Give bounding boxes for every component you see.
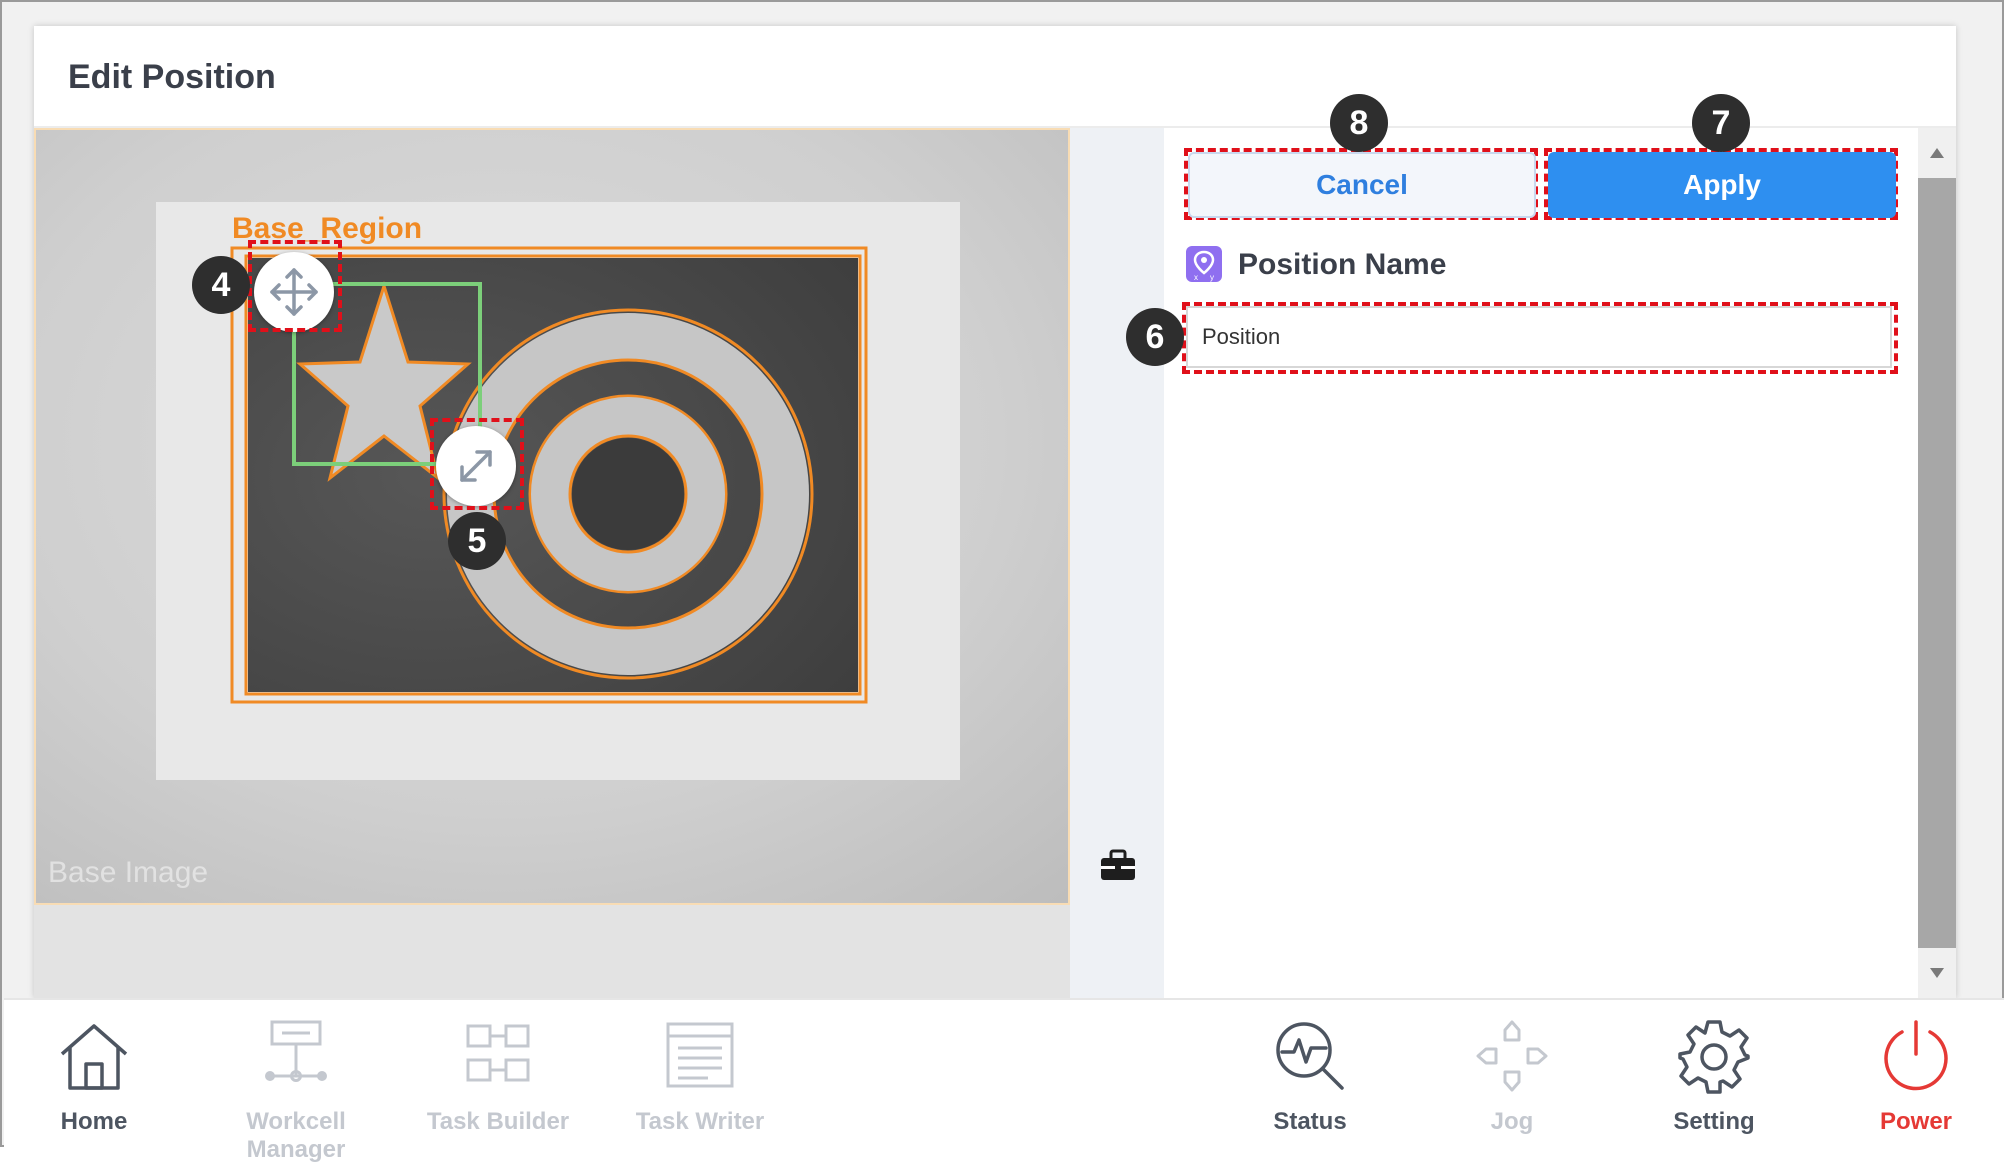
nav-power[interactable]: Power bbox=[1816, 1016, 2004, 1146]
scrollbar[interactable] bbox=[1918, 128, 1956, 998]
home-icon bbox=[60, 1024, 128, 1090]
nav-task-builder-label: Task Builder bbox=[426, 1108, 570, 1135]
svg-text:y: y bbox=[1210, 273, 1214, 282]
nav-task-writer: Task Writer bbox=[600, 1016, 800, 1146]
nav-home-label: Home bbox=[60, 1108, 128, 1135]
toolbox-icon[interactable] bbox=[1098, 848, 1138, 884]
nav-home[interactable]: Home bbox=[0, 1016, 194, 1146]
status-magnifier-icon bbox=[1276, 1022, 1344, 1090]
arrow-down-icon bbox=[1930, 968, 1944, 978]
workcell-tree-icon bbox=[265, 1020, 327, 1082]
jog-direction-icon bbox=[1476, 1020, 1548, 1092]
position-name-label: Position Name bbox=[1238, 248, 1447, 281]
nav-setting[interactable]: Setting bbox=[1614, 1016, 1814, 1146]
location-pin-icon: x y bbox=[1186, 246, 1222, 282]
nav-power-label: Power bbox=[1879, 1108, 1953, 1135]
badge-7: 7 bbox=[1692, 94, 1750, 152]
nav-workcell-manager-label: Workcell Manager bbox=[246, 1108, 346, 1163]
nav-setting-label: Setting bbox=[1673, 1108, 1755, 1135]
position-name-input[interactable]: Position bbox=[1186, 306, 1892, 368]
nav-task-writer-label: Task Writer bbox=[635, 1108, 765, 1135]
svg-text:x: x bbox=[1194, 273, 1198, 282]
scroll-down-button[interactable] bbox=[1918, 948, 1956, 998]
scroll-up-button[interactable] bbox=[1918, 128, 1956, 178]
screen: Edit Position Base_Region Base Image Can… bbox=[0, 0, 2004, 1163]
dialog-title: Edit Position bbox=[68, 58, 276, 96]
highlight-move-handle bbox=[248, 240, 342, 332]
badge-5: 5 bbox=[448, 512, 506, 570]
nav-task-builder: Task Builder bbox=[398, 1016, 598, 1146]
bottom-navigation: Home Workcell Manager Task Builder Task … bbox=[4, 998, 2004, 1163]
nav-jog-label: Jog bbox=[1490, 1108, 1534, 1135]
cancel-button[interactable]: Cancel bbox=[1188, 152, 1536, 218]
arrow-up-icon bbox=[1930, 148, 1944, 158]
camera-view[interactable]: Base_Region Base Image bbox=[34, 128, 1070, 905]
highlight-resize-handle bbox=[430, 418, 524, 510]
power-icon bbox=[1884, 1020, 1948, 1091]
nav-jog: Jog bbox=[1412, 1016, 1612, 1146]
task-builder-icon bbox=[466, 1024, 530, 1082]
badge-4: 4 bbox=[192, 256, 250, 314]
gear-icon bbox=[1678, 1020, 1750, 1094]
badge-8: 8 bbox=[1330, 94, 1388, 152]
badge-6: 6 bbox=[1126, 308, 1184, 366]
task-writer-icon bbox=[666, 1022, 734, 1088]
camera-footer-area bbox=[34, 905, 1070, 998]
camera-image: Base_Region Base Image bbox=[36, 130, 1068, 903]
nav-status[interactable]: Status bbox=[1210, 1016, 1410, 1146]
base-image-watermark: Base Image bbox=[48, 856, 208, 889]
nav-status-label: Status bbox=[1273, 1108, 1347, 1135]
nav-workcell-manager: Workcell Manager bbox=[196, 1016, 396, 1163]
apply-button[interactable]: Apply bbox=[1548, 152, 1896, 218]
